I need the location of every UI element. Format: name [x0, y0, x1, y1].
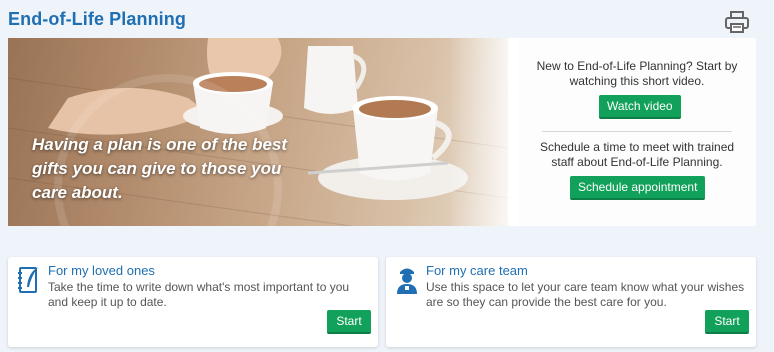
loved-ones-card: For my loved ones Take the time to write…	[8, 257, 378, 347]
hero-actions-panel: New to End-of-Life Planning? Start by wa…	[518, 38, 756, 226]
printer-icon	[725, 11, 749, 33]
hero-image: Having a plan is one of the best gifts y…	[8, 38, 508, 226]
card-title[interactable]: For my loved ones	[48, 263, 155, 278]
card-title[interactable]: For my care team	[426, 263, 528, 278]
care-team-card: For my care team Use this space to let y…	[386, 257, 756, 347]
print-button[interactable]	[724, 10, 750, 34]
hero-banner: Having a plan is one of the best gifts y…	[8, 38, 756, 226]
care-team-start-button[interactable]: Start	[705, 310, 749, 334]
hero-quote: Having a plan is one of the best gifts y…	[32, 135, 288, 202]
appointment-intro-text: Schedule a time to meet with trained sta…	[539, 140, 735, 169]
card-description: Use this space to let your care team kno…	[426, 280, 745, 309]
watch-video-button[interactable]: Watch video	[599, 95, 681, 119]
notebook-quill-icon	[18, 267, 38, 293]
schedule-appointment-button[interactable]: Schedule appointment	[570, 176, 706, 200]
caregiver-icon	[397, 268, 417, 294]
panel-divider	[542, 131, 732, 132]
card-description: Take the time to write down what's most …	[48, 280, 350, 309]
video-intro-text: New to End-of-Life Planning? Start by wa…	[536, 59, 738, 88]
page-title: End-of-Life Planning	[8, 9, 186, 29]
loved-ones-start-button[interactable]: Start	[327, 310, 371, 334]
